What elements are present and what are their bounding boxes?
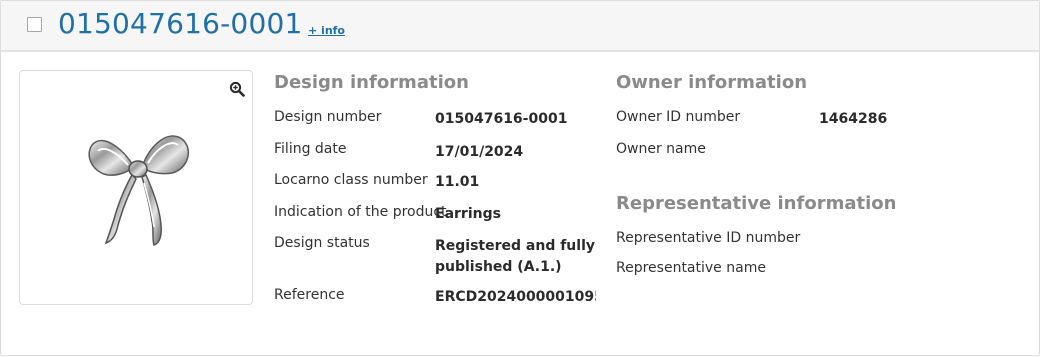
filing-date-label: Filing date (274, 141, 347, 157)
zoom-in-icon[interactable] (229, 81, 245, 97)
locarno-class-value: 11.01 (435, 174, 480, 190)
locarno-class-label: Locarno class number (274, 172, 428, 188)
owner-id-value: 1464286 (819, 111, 888, 127)
select-checkbox[interactable] (27, 17, 42, 32)
more-info-link[interactable]: + info (308, 24, 345, 37)
product-indication-label: Indication of the product (274, 204, 447, 220)
representative-information-heading: Representative information (616, 193, 897, 214)
owner-id-label: Owner ID number (616, 109, 741, 125)
reference-label: Reference (274, 287, 345, 303)
filing-date-value: 17/01/2024 (435, 144, 524, 160)
reference-value: ERCD20240000010954 (435, 289, 596, 305)
design-information-heading: Design information (274, 72, 469, 93)
design-status-label: Design status (274, 235, 370, 251)
design-status-value: Registered and fully published (A.1.) (435, 238, 596, 275)
design-result-card: 015047616-0001 + info Design information… (0, 0, 1040, 356)
design-number-label: Design number (274, 109, 382, 125)
owner-name-label: Owner name (616, 141, 706, 157)
representative-id-label: Representative ID number (616, 230, 801, 246)
owner-information-heading: Owner information (616, 72, 808, 93)
design-id-title[interactable]: 015047616-0001 (58, 7, 303, 40)
representative-name-label: Representative name (616, 260, 766, 276)
card-header: 015047616-0001 + info (1, 1, 1039, 52)
design-number-value: 015047616-0001 (435, 111, 568, 127)
design-image-panel[interactable] (19, 70, 253, 305)
product-indication-value: Earrings (435, 206, 501, 222)
bow-earring-image (88, 135, 190, 246)
